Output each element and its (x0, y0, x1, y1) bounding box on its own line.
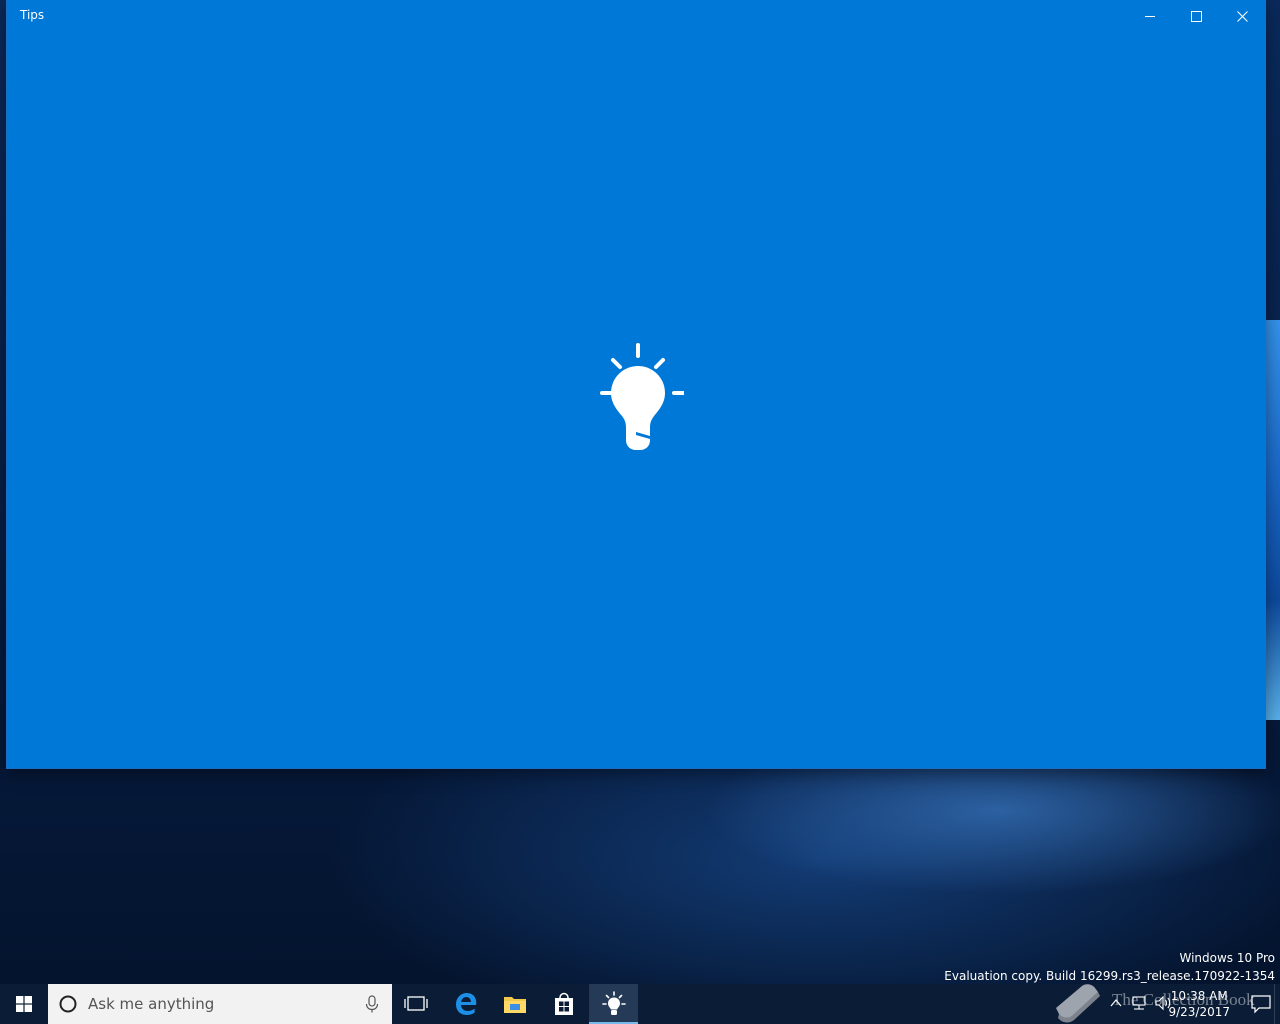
clock-time: 10:38 AM (1170, 989, 1228, 1003)
task-view-button[interactable] (392, 984, 440, 1024)
evaluation-watermark: Windows 10 Pro Evaluation copy. Build 16… (944, 949, 1275, 985)
edition-label: Windows 10 Pro (1179, 951, 1275, 965)
system-tray: The Collection Book 10:38 AM 9/23/2017 (1020, 984, 1280, 1024)
store-icon (555, 992, 573, 1015)
edge-icon (456, 993, 477, 1015)
edge-button[interactable] (442, 984, 490, 1024)
task-view-icon (404, 996, 428, 1011)
clock-date: 9/23/2017 (1168, 1005, 1230, 1019)
build-label: Evaluation copy. Build 16299.rs3_release… (944, 969, 1275, 983)
network-icon[interactable] (1130, 995, 1148, 1011)
minimize-icon (1144, 15, 1155, 17)
maximize-icon (1190, 10, 1202, 22)
search-placeholder: Ask me anything (88, 995, 215, 1013)
close-icon (1236, 10, 1248, 22)
windows-logo-icon (16, 996, 32, 1012)
action-center-icon[interactable] (1250, 994, 1272, 1014)
lightbulb-icon (600, 343, 684, 450)
store-button[interactable] (540, 984, 588, 1024)
tips-button[interactable] (589, 984, 638, 1024)
maximize-button[interactable] (1173, 0, 1219, 32)
chevron-up-icon[interactable] (1110, 997, 1122, 1009)
close-button[interactable] (1219, 0, 1265, 32)
tips-app-window: Tips (7, 0, 1265, 768)
microphone-icon[interactable] (362, 994, 382, 1014)
wallpaper-light-beam (1264, 320, 1280, 720)
window-title: Tips (20, 8, 45, 22)
lightbulb-icon (601, 991, 626, 1015)
taskbar: Ask me anything The Collection Book 10:3… (0, 984, 1280, 1024)
file-explorer-button[interactable] (491, 984, 539, 1024)
book-icon (1056, 984, 1100, 1023)
folder-icon (504, 997, 526, 1013)
cortana-icon (59, 995, 77, 1013)
clock[interactable]: 10:38 AM 9/23/2017 (1168, 988, 1230, 1020)
show-desktop-button[interactable] (1274, 984, 1280, 1024)
title-bar[interactable]: Tips (7, 0, 1265, 32)
start-button[interactable] (0, 984, 48, 1024)
minimize-button[interactable] (1127, 0, 1173, 32)
cortana-search-box[interactable]: Ask me anything (48, 984, 392, 1024)
